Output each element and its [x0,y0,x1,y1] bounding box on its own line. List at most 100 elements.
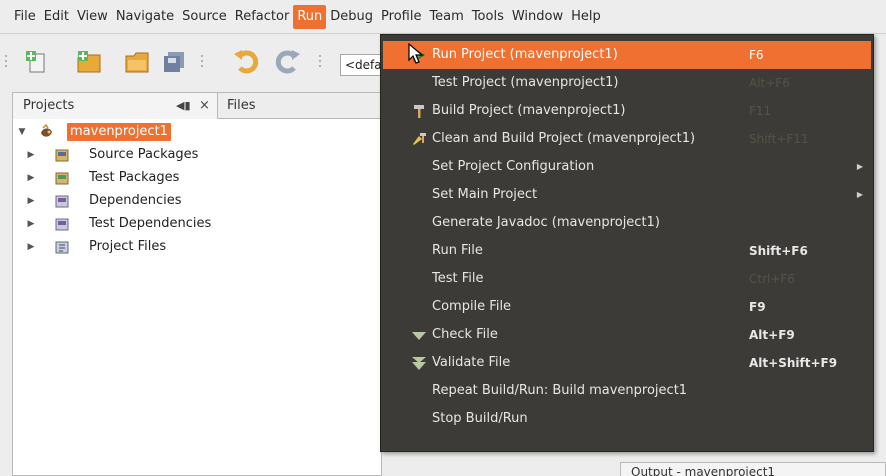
menu-item-label: Compile File [432,299,512,314]
tree-node-label: Test Dependencies [89,216,212,231]
project-tree: ▼ mavenproject1 ▶ Source Packages ▶ Test… [13,121,381,259]
menu-run[interactable]: Run [293,4,327,29]
menu-item-label: Stop Build/Run [432,411,528,426]
run-menu-dropdown: Run Project (mavenproject1) F6 Test Proj… [380,34,874,452]
menu-item-run-file[interactable]: Run File Shift+F6 [381,237,873,265]
menu-item-check-file[interactable]: Check File Alt+F9 [381,321,873,349]
menu-item-shortcut: F9 [749,300,766,314]
menu-item-shortcut: Shift+F6 [749,244,808,258]
tree-node-source-packages[interactable]: ▶ Source Packages [13,144,381,167]
menu-debug[interactable]: Debug [326,5,377,29]
expand-arrow-icon[interactable]: ▼ [16,121,28,143]
menu-tools[interactable]: Tools [468,5,508,29]
close-icon[interactable]: × [199,93,210,119]
menu-item-shortcut: F6 [749,48,764,62]
menu-item-set-project-configuration[interactable]: Set Project Configuration ▶ [381,153,873,181]
check-file-icon [412,332,426,340]
new-project-icon[interactable] [74,48,104,76]
expand-arrow-icon[interactable]: ▶ [25,213,37,235]
test-package-folder-icon [55,172,69,185]
tree-node-project-files[interactable]: ▶ Project Files [13,236,381,259]
expand-arrow-icon[interactable]: ▶ [25,236,37,258]
tree-node-test-packages[interactable]: ▶ Test Packages [13,167,381,190]
expand-arrow-icon[interactable]: ▶ [25,190,37,212]
menu-item-label: Build Project (mavenproject1) [432,103,626,118]
submenu-arrow-icon: ▶ [856,190,863,199]
redo-icon[interactable] [272,48,302,76]
menu-item-stop-build-run[interactable]: Stop Build/Run [381,405,873,433]
menu-item-label: Test Project (mavenproject1) [432,75,619,90]
toolbar-grip [4,55,8,69]
expand-arrow-icon[interactable]: ▶ [25,167,37,189]
menu-navigate[interactable]: Navigate [112,5,178,29]
menu-item-shortcut: Shift+F11 [749,132,809,146]
tab-files[interactable]: Files [219,93,339,119]
menu-window[interactable]: Window [508,5,567,29]
menu-item-clean-build-project[interactable]: Clean and Build Project (mavenproject1) … [381,125,873,153]
menu-item-test-file[interactable]: Test File Ctrl+F6 [381,265,873,293]
menu-edit[interactable]: Edit [40,5,73,29]
library-folder-icon [55,195,69,208]
menu-item-shortcut: Alt+Shift+F9 [749,356,838,370]
menu-item-compile-file[interactable]: Compile File F9 [381,293,873,321]
output-title: Output - mavenproject1 [631,465,776,476]
package-folder-icon [55,149,69,162]
menu-item-label: Run Project (mavenproject1) [432,47,618,62]
tab-projects-label: Projects [23,98,75,113]
menu-item-shortcut: F11 [749,104,772,118]
menu-bar: File Edit View Navigate Source Refactor … [0,0,886,34]
hammer-icon [414,105,424,118]
minimize-window-icon[interactable]: ◀▮ [176,93,191,119]
new-file-icon[interactable] [22,48,52,76]
menu-item-test-project[interactable]: Test Project (mavenproject1) Alt+F6 [381,69,873,97]
menu-item-set-main-project[interactable]: Set Main Project ▶ [381,181,873,209]
tree-node-test-dependencies[interactable]: ▶ Test Dependencies [13,213,381,236]
menu-item-build-project[interactable]: Build Project (mavenproject1) F11 [381,97,873,125]
toolbar-separator [318,55,322,69]
menu-file[interactable]: File [10,5,40,29]
menu-help[interactable]: Help [567,5,605,29]
menu-item-run-project[interactable]: Run Project (mavenproject1) F6 [383,41,871,69]
clean-build-icon [413,133,426,145]
open-project-icon[interactable] [122,48,152,76]
menu-team[interactable]: Team [425,5,467,29]
menu-item-label: Check File [432,327,498,342]
expand-arrow-icon[interactable]: ▶ [25,144,37,166]
menu-item-label: Clean and Build Project (mavenproject1) [432,131,696,146]
panel-tabs: Projects ◀▮ × Files [13,93,383,119]
undo-icon[interactable] [232,48,262,76]
library-folder-icon [55,218,69,231]
menu-refactor[interactable]: Refactor [231,5,294,29]
menu-item-label: Test File [432,271,484,286]
mouse-cursor-icon [408,43,424,64]
menu-source[interactable]: Source [178,5,231,29]
tree-node-label: Source Packages [89,147,199,162]
submenu-arrow-icon: ▶ [856,162,863,171]
menu-item-label: Set Main Project [432,187,538,202]
menu-item-label: Generate Javadoc (mavenproject1) [432,215,660,230]
menu-item-generate-javadoc[interactable]: Generate Javadoc (mavenproject1) [381,209,873,237]
menu-profile[interactable]: Profile [377,5,425,29]
toolbar-separator [200,55,204,69]
tree-node-dependencies[interactable]: ▶ Dependencies [13,190,381,213]
menu-item-label: Set Project Configuration [432,159,595,174]
tree-node-label: Dependencies [89,193,182,208]
output-window-tab[interactable]: Output - mavenproject1 [620,462,886,476]
tree-root-label: mavenproject1 [67,123,171,141]
menu-item-shortcut: Ctrl+F6 [749,272,795,286]
validate-file-icon [412,357,426,370]
tree-node-label: Test Packages [89,170,180,185]
save-all-icon[interactable] [160,48,190,76]
menu-item-label: Validate File [432,355,511,370]
menu-item-shortcut: Alt+F6 [749,76,790,90]
menu-item-validate-file[interactable]: Validate File Alt+Shift+F9 [381,349,873,377]
projects-panel: Projects ◀▮ × Files ▼ mavenproject1 ▶ So… [12,92,383,476]
menu-item-label: Repeat Build/Run: Build mavenproject1 [432,383,688,398]
maven-project-icon [41,124,52,137]
tree-node-label: Project Files [89,239,167,254]
tree-root-node[interactable]: ▼ mavenproject1 [13,121,381,144]
menu-view[interactable]: View [73,5,112,29]
menu-item-repeat-build-run[interactable]: Repeat Build/Run: Build mavenproject1 [381,377,873,405]
tab-files-label: Files [227,98,256,113]
menu-item-shortcut: Alt+F9 [749,328,795,342]
